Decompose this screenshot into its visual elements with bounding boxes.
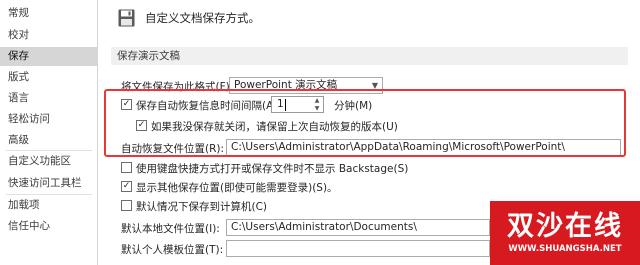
- sidebar-item-advanced[interactable]: 高级: [0, 131, 97, 150]
- save-to-computer-checkbox[interactable]: [121, 200, 132, 211]
- highlight-box: [104, 89, 626, 157]
- page-description: 自定义文档保存方式。: [145, 11, 260, 25]
- sidebar-item-proofing[interactable]: 校对: [0, 26, 97, 45]
- personal-templates-label: 默认个人模板位置(T):: [121, 244, 224, 256]
- sidebar-item-customize-ribbon[interactable]: 自定义功能区: [0, 152, 97, 171]
- show-more-places-label: 显示其他保存位置(即使可能需要登录)(S)。: [136, 182, 338, 194]
- no-backstage-label: 使用键盘快捷方式打开或保存文件时不显示 Backstage(S): [136, 163, 409, 175]
- show-more-places-checkbox[interactable]: ✓: [121, 181, 132, 192]
- sidebar-item-add-ins[interactable]: 加载项: [0, 196, 97, 215]
- save-to-computer-label: 默认情况下保存到计算机(C): [136, 201, 268, 213]
- sidebar-item-accessibility[interactable]: 轻松访问: [0, 110, 97, 129]
- sidebar-item-language[interactable]: 语言: [0, 89, 97, 108]
- section-title: 保存演示文稿: [111, 47, 628, 65]
- save-icon: [118, 9, 135, 27]
- sidebar-item-quick-access-toolbar[interactable]: 快速访问工具栏: [0, 174, 97, 193]
- watermark-title: 双沙在线: [507, 211, 623, 242]
- default-local-location-label: 默认本地文件位置(I):: [121, 223, 220, 235]
- watermark-url: WWW.SHUANGSHA.NET: [508, 244, 622, 254]
- no-backstage-checkbox[interactable]: [121, 162, 132, 173]
- personal-templates-input[interactable]: [226, 240, 490, 257]
- sidebar-item-general[interactable]: 常规: [0, 4, 97, 23]
- sidebar-divider: [6, 150, 92, 151]
- sidebar-item-layout[interactable]: 版式: [0, 68, 97, 87]
- sidebar-item-trust-center[interactable]: 信任中心: [0, 217, 97, 236]
- watermark-logo: 双沙在线 WWW.SHUANGSHA.NET: [490, 201, 640, 265]
- sidebar-item-save[interactable]: 保存: [0, 47, 97, 66]
- sidebar-divider: [6, 194, 92, 195]
- default-local-location-input[interactable]: C:\Users\Administrator\Documents\: [226, 219, 490, 236]
- options-sidebar: 常规 校对 保存 版式 语言 轻松访问 高级 自定义功能区 快速访问工具栏 加载…: [0, 0, 98, 265]
